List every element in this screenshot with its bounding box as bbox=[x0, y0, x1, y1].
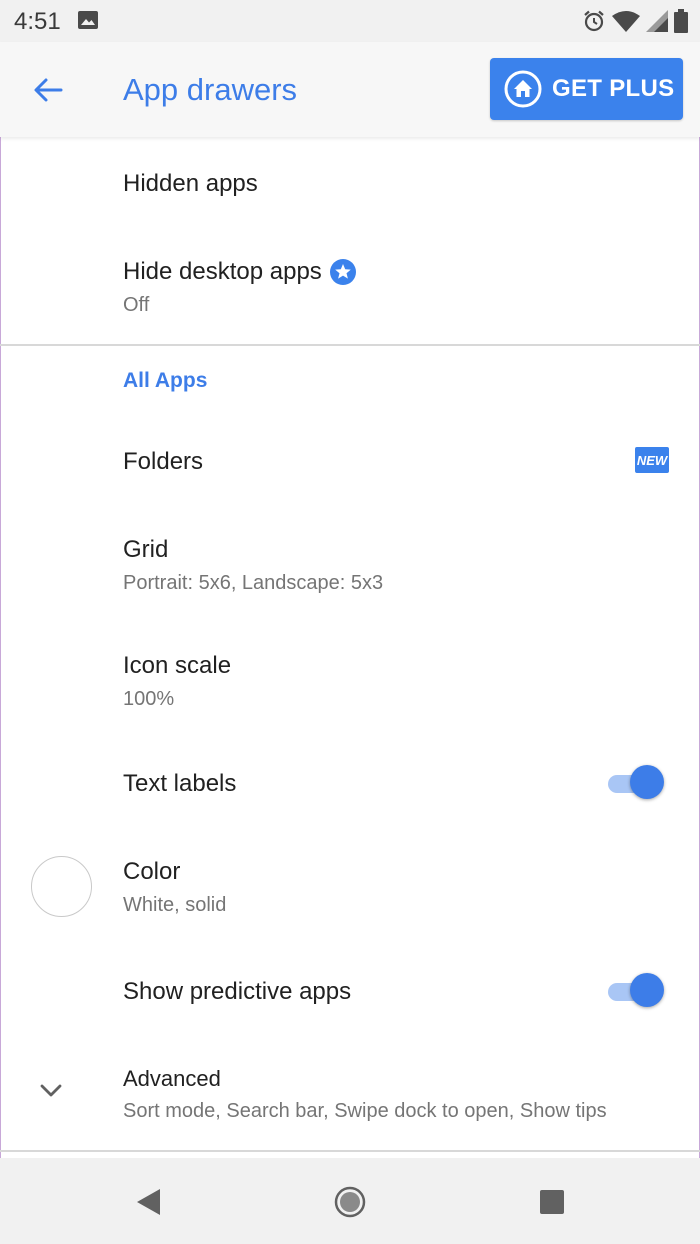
color-swatch[interactable] bbox=[31, 856, 92, 917]
show-predictive-apps-switch[interactable] bbox=[608, 971, 666, 1011]
status-bar: 4:51 bbox=[0, 0, 700, 42]
hide-desktop-apps-title: Hide desktop apps bbox=[123, 258, 322, 285]
folders-title: Folders bbox=[123, 448, 204, 475]
color-title: Color bbox=[123, 858, 181, 885]
new-badge: NEW bbox=[635, 447, 669, 473]
hide-desktop-apps-item[interactable]: Hide desktop apps Off bbox=[0, 228, 700, 344]
star-badge-icon bbox=[329, 259, 356, 285]
battery-icon bbox=[674, 9, 688, 33]
icon-scale-value: 100% bbox=[123, 688, 175, 710]
section-header-all-apps: All Apps bbox=[123, 369, 208, 392]
cell-signal-icon bbox=[646, 10, 668, 32]
get-plus-button[interactable]: GET PLUS bbox=[490, 58, 683, 120]
grid-value: Portrait: 5x6, Landscape: 5x3 bbox=[123, 572, 384, 594]
folders-item[interactable]: Folders bbox=[0, 418, 700, 506]
arrow-back-icon bbox=[34, 78, 63, 102]
text-labels-switch[interactable] bbox=[608, 763, 666, 803]
alarm-icon bbox=[584, 10, 604, 32]
color-item[interactable]: Color White, solid bbox=[0, 828, 700, 944]
color-value: White, solid bbox=[123, 894, 227, 916]
triangle-back-icon bbox=[137, 1189, 160, 1215]
image-notification-icon bbox=[78, 11, 98, 29]
text-labels-title: Text labels bbox=[123, 770, 237, 797]
text-labels-item[interactable]: Text labels bbox=[0, 740, 700, 828]
bottom-divider bbox=[0, 1150, 700, 1152]
nav-recents-button[interactable] bbox=[530, 1180, 574, 1224]
get-plus-label: GET PLUS bbox=[552, 75, 675, 102]
square-recents-icon bbox=[540, 1190, 564, 1214]
hide-desktop-apps-title-wrap: Hide desktop apps bbox=[123, 258, 356, 286]
advanced-title: Advanced bbox=[123, 1066, 221, 1091]
status-icons bbox=[582, 8, 688, 34]
nav-home-button[interactable] bbox=[328, 1180, 372, 1224]
switch-thumb bbox=[630, 973, 664, 1007]
switch-thumb bbox=[630, 765, 664, 799]
home-icon bbox=[504, 70, 542, 108]
advanced-item[interactable]: Advanced Sort mode, Search bar, Swipe do… bbox=[0, 1040, 700, 1150]
hidden-apps-title: Hidden apps bbox=[123, 170, 258, 197]
show-predictive-apps-title: Show predictive apps bbox=[123, 978, 352, 1005]
section-divider bbox=[0, 344, 700, 346]
page-title: App drawers bbox=[123, 72, 298, 107]
grid-item[interactable]: Grid Portrait: 5x6, Landscape: 5x3 bbox=[0, 506, 700, 622]
chevron-down-icon bbox=[40, 1084, 62, 1097]
hide-desktop-apps-value: Off bbox=[123, 294, 150, 316]
back-button[interactable] bbox=[22, 66, 74, 114]
grid-title: Grid bbox=[123, 536, 169, 563]
advanced-value: Sort mode, Search bar, Swipe dock to ope… bbox=[123, 1100, 607, 1122]
icon-scale-item[interactable]: Icon scale 100% bbox=[0, 622, 700, 738]
wifi-icon bbox=[612, 11, 640, 32]
icon-scale-title: Icon scale bbox=[123, 652, 232, 679]
hidden-apps-item[interactable]: Hidden apps bbox=[0, 140, 700, 228]
app-bar: App drawers GET PLUS bbox=[0, 42, 700, 137]
status-time: 4:51 bbox=[14, 8, 61, 35]
circle-home-icon bbox=[334, 1186, 366, 1218]
navigation-bar bbox=[0, 1158, 700, 1244]
nav-back-button[interactable] bbox=[126, 1180, 170, 1224]
show-predictive-apps-item[interactable]: Show predictive apps bbox=[0, 948, 700, 1036]
